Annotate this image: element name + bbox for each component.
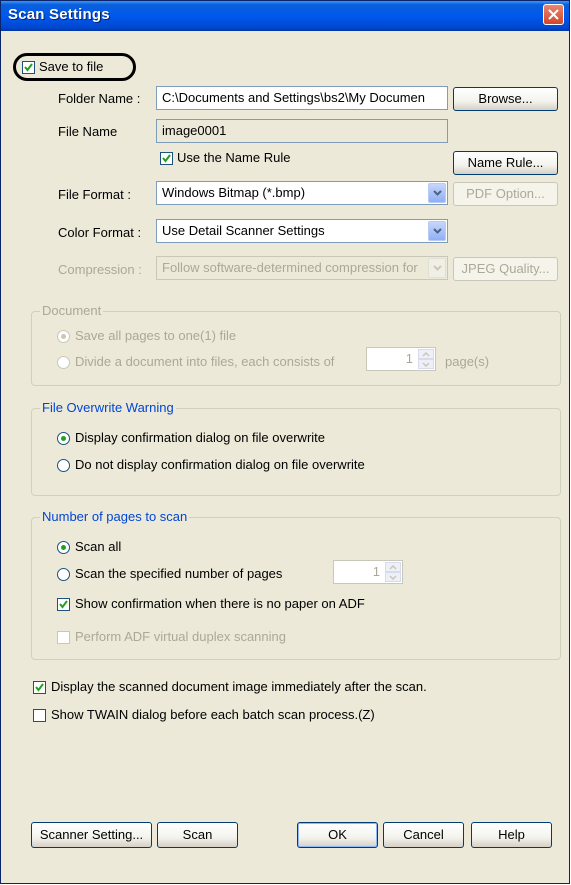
save-to-file-label: Save to file: [39, 59, 104, 74]
overwrite-legend: File Overwrite Warning: [40, 400, 176, 415]
show-confirmation-label: Show confirmation when there is no paper…: [75, 596, 365, 611]
compression-dropdown-button[interactable]: [428, 258, 446, 278]
close-button[interactable]: [543, 4, 564, 25]
spin-up-icon: [389, 565, 397, 570]
pages-per-file-value: 1: [405, 351, 413, 366]
pages-to-scan-legend: Number of pages to scan: [40, 509, 190, 524]
ok-button[interactable]: OK: [297, 822, 378, 848]
jpeg-quality-button[interactable]: JPEG Quality...: [453, 257, 558, 281]
file-name-label: File Name: [58, 124, 118, 139]
check-icon: [35, 683, 44, 692]
save-to-file-checkbox[interactable]: [22, 61, 35, 74]
virtual-duplex-label: Perform ADF virtual duplex scanning: [75, 629, 286, 644]
scan-specified-radio[interactable]: [57, 568, 70, 581]
color-format-dropdown-button[interactable]: [428, 221, 446, 241]
spin-down-button[interactable]: [385, 572, 401, 582]
check-icon: [24, 63, 33, 72]
display-confirmation-radio[interactable]: [57, 432, 70, 445]
pages-per-file-spinner[interactable]: 1: [366, 347, 436, 371]
display-confirmation-label: Display confirmation dialog on file over…: [75, 430, 326, 445]
show-twain-checkbox[interactable]: [33, 709, 46, 722]
spin-up-button[interactable]: [418, 349, 434, 359]
compression-select[interactable]: Follow software-determined compression f…: [156, 256, 448, 280]
browse-button[interactable]: Browse...: [453, 87, 558, 111]
scanner-setting-button[interactable]: Scanner Setting...: [31, 822, 152, 848]
scan-button[interactable]: Scan: [157, 822, 238, 848]
virtual-duplex-checkbox[interactable]: [57, 631, 70, 644]
scan-specified-label: Scan the specified number of pages: [75, 566, 283, 581]
spin-down-icon: [422, 362, 430, 367]
divide-document-radio[interactable]: [57, 356, 70, 369]
no-confirmation-radio[interactable]: [57, 459, 70, 472]
cancel-button[interactable]: Cancel: [383, 822, 464, 848]
file-name-field[interactable]: image0001: [156, 119, 448, 143]
check-icon: [59, 600, 68, 609]
spin-down-button[interactable]: [418, 359, 434, 369]
document-group: [31, 311, 561, 386]
display-after-scan-checkbox[interactable]: [33, 681, 46, 694]
save-all-pages-radio[interactable]: [57, 330, 70, 343]
document-legend: Document: [40, 303, 104, 318]
folder-name-field[interactable]: C:\Documents and Settings\bs2\My Documen: [156, 86, 448, 110]
scan-count-value: 1: [372, 564, 380, 579]
folder-name-label: Folder Name :: [58, 91, 141, 106]
show-confirmation-checkbox[interactable]: [57, 598, 70, 611]
spin-up-icon: [422, 352, 430, 357]
color-format-label: Color Format :: [58, 225, 142, 240]
spin-down-icon: [389, 575, 397, 580]
window-title: Scan Settings: [8, 6, 110, 23]
divide-document-label: Divide a document into files, each consi…: [75, 354, 335, 369]
show-twain-label: Show TWAIN dialog before each batch scan…: [51, 707, 375, 722]
display-after-scan-label: Display the scanned document image immed…: [51, 679, 427, 694]
spin-up-button[interactable]: [385, 562, 401, 572]
check-icon: [162, 154, 171, 163]
chevron-down-icon: [433, 228, 442, 234]
scan-count-spinner[interactable]: 1: [333, 560, 403, 584]
no-confirmation-label: Do not display confirmation dialog on fi…: [75, 457, 365, 472]
overwrite-group: [31, 408, 561, 496]
file-format-dropdown-button[interactable]: [428, 183, 446, 203]
chevron-down-icon: [433, 190, 442, 196]
use-name-rule-label: Use the Name Rule: [177, 150, 291, 165]
scan-all-label: Scan all: [75, 539, 122, 554]
save-all-pages-label: Save all pages to one(1) file: [75, 328, 237, 343]
file-format-label: File Format :: [58, 187, 131, 202]
close-icon: [548, 9, 559, 20]
name-rule-button[interactable]: Name Rule...: [453, 151, 558, 175]
file-format-select[interactable]: Windows Bitmap (*.bmp): [156, 181, 448, 205]
compression-label: Compression :: [58, 262, 142, 277]
help-button[interactable]: Help: [471, 822, 552, 848]
chevron-down-icon: [433, 265, 442, 271]
use-name-rule-checkbox[interactable]: [160, 152, 173, 165]
pages-unit-label: page(s): [445, 354, 490, 369]
pdf-option-button[interactable]: PDF Option...: [453, 182, 558, 206]
scan-all-radio[interactable]: [57, 541, 70, 554]
color-format-select[interactable]: Use Detail Scanner Settings: [156, 219, 448, 243]
